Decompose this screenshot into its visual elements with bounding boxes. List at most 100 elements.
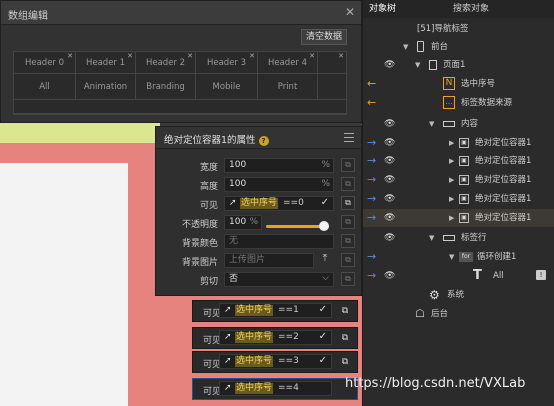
link-binding-icon[interactable]: ⧉ — [341, 215, 355, 229]
tab-search-objects[interactable]: 搜索对象 — [453, 0, 489, 18]
opacity-slider-handle[interactable] — [319, 221, 329, 231]
link-binding-icon[interactable]: ⧉ — [341, 234, 355, 248]
clear-data-button[interactable]: 清空数据 — [301, 29, 347, 45]
tree-node[interactable]: ← … 标签数据来源 — [363, 94, 554, 112]
opacity-input[interactable]: 100% — [224, 215, 262, 230]
comment-icon[interactable]: ! — [536, 270, 546, 280]
eye-icon[interactable]: 👁 — [384, 152, 395, 170]
canvas-white-area — [0, 163, 128, 406]
grid-header[interactable]: Header 1 ✕ — [76, 52, 136, 74]
copy-icon[interactable]: ⧉ — [338, 355, 352, 369]
node-label: 绝对定位容器1 — [475, 194, 532, 204]
node-label: 前台 — [431, 42, 449, 52]
remove-column-icon[interactable]: ✕ — [187, 45, 193, 67]
grid-header[interactable]: Header 3 ✕ — [196, 52, 258, 74]
bgimage-label: 背景图片 — [181, 258, 218, 268]
height-input[interactable]: 100% — [224, 177, 334, 192]
link-binding-icon[interactable]: ⧉ — [341, 253, 355, 267]
tree-node[interactable]: → 👁 ▶ ▣ 绝对定位容器1 — [363, 171, 554, 189]
remove-column-icon[interactable]: ✕ — [309, 45, 315, 67]
remove-column-icon[interactable]: ✕ — [249, 45, 255, 67]
tree-node[interactable]: → 👁 ▶ ▣ 绝对定位容器1 — [363, 190, 554, 208]
node-label: 标签行 — [461, 233, 487, 243]
grid-cell[interactable]: Branding — [136, 74, 196, 100]
chevron-down-icon[interactable]: ▼ — [415, 56, 420, 74]
tree-node[interactable]: ← N 选中序号 — [363, 75, 554, 93]
visible-expression[interactable]: ➚ 选中序号 ==2 ✓ — [219, 330, 332, 345]
tree-node[interactable]: → ▼ for 循环创建1 — [363, 248, 554, 266]
eye-icon[interactable]: 👁 — [384, 134, 395, 152]
visible-expression[interactable]: ➚ 选中序号 ==3 ✓ — [219, 354, 332, 369]
eye-icon[interactable]: 👁 — [384, 171, 395, 189]
chevron-down-icon[interactable]: ▼ — [429, 115, 434, 133]
eye-icon[interactable]: 👁 — [384, 56, 395, 74]
grid-cell[interactable]: All — [14, 74, 76, 100]
tree-node[interactable]: → 👁 T All ! — [363, 267, 554, 285]
visible-expression[interactable]: ➚ 选中序号 ==4 — [219, 381, 332, 396]
copy-icon[interactable]: ⧉ — [341, 196, 355, 210]
absolute-container-icon: ▣ — [459, 213, 469, 223]
grid-cell[interactable]: Mobile — [196, 74, 258, 100]
node-label: [51]导航标签 — [417, 24, 469, 34]
bgimage-input[interactable]: 上传图片 — [224, 253, 314, 268]
tree-node[interactable]: ☖ 后台 — [363, 305, 554, 323]
copy-icon[interactable]: ⧉ — [338, 331, 352, 345]
eye-icon[interactable]: 👁 — [384, 229, 395, 247]
grid-header[interactable]: Header 0 ✕ — [14, 52, 76, 74]
eye-icon[interactable]: 👁 — [384, 267, 395, 285]
clip-select[interactable]: 否 ⌵ — [224, 272, 334, 287]
canvas-yellow-strip — [0, 123, 160, 143]
eye-icon[interactable]: 👁 — [384, 209, 395, 227]
help-icon[interactable]: ? — [258, 136, 269, 146]
width-input[interactable]: 100% — [224, 158, 334, 173]
grid-header[interactable]: Header 2 ✕ — [136, 52, 196, 74]
grid-empty-row[interactable] — [14, 100, 346, 114]
check-icon[interactable]: ✓ — [319, 354, 327, 367]
grid-header[interactable]: Header 4 ✕ — [258, 52, 318, 74]
tree-node-selected[interactable]: → 👁 ▶ ▣ 绝对定位容器1 — [363, 209, 554, 227]
chevron-down-icon[interactable]: ▼ — [403, 38, 408, 56]
grid-header-extra[interactable]: ✕ — [318, 52, 346, 74]
bgcolor-input[interactable]: 无 — [224, 234, 334, 249]
remove-column-icon[interactable]: ✕ — [338, 45, 344, 67]
grid-cell[interactable] — [318, 74, 346, 100]
close-icon[interactable]: ✕ — [345, 5, 355, 19]
eye-icon[interactable]: 👁 — [384, 115, 395, 133]
tree-node[interactable]: → 👁 ▶ ▣ 绝对定位容器1 — [363, 152, 554, 170]
upload-icon[interactable]: ⤒ — [318, 253, 332, 267]
variable-tag: 选中序号 — [235, 305, 274, 316]
eye-icon[interactable]: 👁 — [384, 190, 395, 208]
visible-expression[interactable]: ➚ 选中序号 ==1 ✓ — [219, 303, 332, 318]
tree-node[interactable]: 👁 ▼ 标签行 — [363, 229, 554, 247]
chevron-right-icon[interactable]: ▶ — [449, 209, 454, 227]
tree-node[interactable]: [51]导航标签 — [363, 20, 554, 38]
link-binding-icon[interactable]: ⧉ — [341, 177, 355, 191]
chevron-right-icon[interactable]: ▶ — [449, 171, 454, 189]
arrow-right-icon: → — [367, 192, 377, 205]
tree-node[interactable]: ▼ 前台 — [363, 38, 554, 56]
link-binding-icon[interactable]: ⧉ — [341, 158, 355, 172]
chevron-right-icon[interactable]: ▶ — [449, 134, 454, 152]
visible-expression[interactable]: ➚ 选中序号 ==0 ✓ — [224, 196, 334, 211]
grid-cell[interactable]: Animation — [76, 74, 136, 100]
copy-icon[interactable]: ⧉ — [338, 304, 352, 318]
header-label: Header 1 — [85, 58, 126, 68]
tree-node[interactable]: → 👁 ▶ ▣ 绝对定位容器1 — [363, 134, 554, 152]
remove-column-icon[interactable]: ✕ — [127, 45, 133, 67]
remove-column-icon[interactable]: ✕ — [67, 45, 73, 67]
check-icon[interactable]: ✓ — [319, 330, 327, 343]
grid-cell[interactable]: Print — [258, 74, 318, 100]
tree-node[interactable]: 👁 ▼ 内容 — [363, 115, 554, 133]
tree-node[interactable]: 👁 ▼ 页面1 — [363, 56, 554, 74]
chevron-right-icon[interactable]: ▶ — [449, 190, 454, 208]
tab-object-tree[interactable]: 对象树 — [369, 0, 396, 18]
link-binding-icon[interactable]: ⧉ — [341, 272, 355, 286]
chevron-right-icon[interactable]: ▶ — [449, 152, 454, 170]
check-icon[interactable]: ✓ — [319, 303, 327, 316]
check-icon[interactable]: ✓ — [321, 196, 329, 209]
chevron-down-icon[interactable]: ▼ — [429, 229, 434, 247]
container-icon — [443, 235, 455, 241]
menu-icon[interactable] — [344, 133, 354, 142]
tree-node[interactable]: ⚙ 系统 — [363, 286, 554, 304]
chevron-down-icon[interactable]: ▼ — [449, 248, 454, 266]
